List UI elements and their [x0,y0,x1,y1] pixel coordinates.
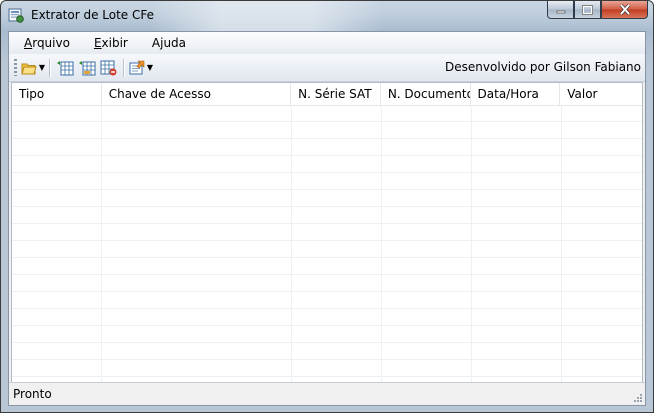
menu-arquivo[interactable]: Arquivo [9,36,79,50]
export-icon [129,60,145,74]
menu-exibir[interactable]: Exibir [79,36,137,50]
menu-ajuda[interactable]: Ajuda [137,36,195,50]
column-header-tipo[interactable]: Tipo [12,83,102,105]
column-header-serie-sat[interactable]: N. Série SAT [291,83,381,105]
column-header-data-hora[interactable]: Data/Hora [471,83,561,105]
maximize-icon [582,4,593,15]
app-window: Extrator de Lote CFe Arquivo Exibir Ajud… [0,0,654,413]
list-body[interactable] [12,105,642,382]
column-header-documento[interactable]: N. Documento [381,83,471,105]
title-glass-effect [151,1,381,31]
toolbar: ▼ ▼ Desenvolvido por Gilson Fabiano [9,54,645,82]
export-dropdown-button[interactable]: ▼ [128,58,154,78]
toolbar-separator [49,58,51,77]
open-folder-icon [21,63,37,74]
close-icon [619,4,630,15]
dropdown-arrow-icon: ▼ [146,63,154,72]
extract-all-button[interactable] [76,58,98,78]
window-title: Extrator de Lote CFe [31,8,155,22]
cfe-list-view[interactable]: Tipo Chave de Acesso N. Série SAT N. Doc… [11,82,643,383]
dropdown-arrow-icon: ▼ [38,63,46,72]
title-bar[interactable]: Extrator de Lote CFe [1,1,653,31]
column-header-valor[interactable]: Valor [560,83,642,105]
list-header: Tipo Chave de Acesso N. Série SAT N. Doc… [12,83,642,106]
clear-list-button[interactable] [98,58,120,78]
toolbar-grip[interactable] [14,59,17,76]
client-area: Arquivo Exibir Ajuda ▼ ▼ Desenvolvido po… [8,31,646,406]
status-text: Pronto [13,387,52,401]
table-delete-icon [100,60,117,75]
minimize-icon [556,10,565,13]
extract-list-icon [79,60,96,75]
extract-grid-icon [57,60,74,75]
maximize-button[interactable] [574,1,601,19]
developer-credit: Desenvolvido por Gilson Fabiano [445,60,641,74]
status-bar: Pronto [9,382,645,405]
menu-bar: Arquivo Exibir Ajuda [9,32,645,54]
resize-grip-icon[interactable] [632,392,643,403]
open-folder-dropdown-button[interactable]: ▼ [20,58,46,78]
close-button[interactable] [601,1,648,19]
extract-button[interactable] [54,58,76,78]
column-header-chave-de-acesso[interactable]: Chave de Acesso [102,83,292,105]
app-icon [8,8,24,23]
minimize-button[interactable] [547,1,574,19]
toolbar-separator [123,58,125,77]
